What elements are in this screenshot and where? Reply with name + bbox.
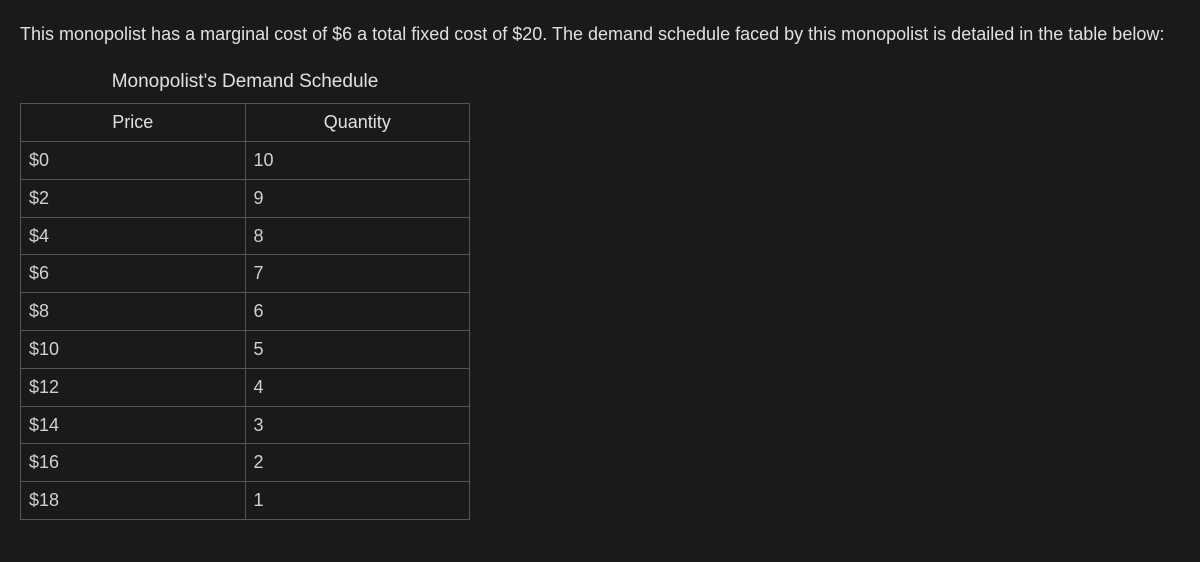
table-row: $4 8 xyxy=(21,217,470,255)
cell-price: $6 xyxy=(21,255,246,293)
cell-quantity: 3 xyxy=(245,406,470,444)
cell-price: $2 xyxy=(21,179,246,217)
cell-price: $8 xyxy=(21,293,246,331)
table-row: $0 10 xyxy=(21,141,470,179)
cell-price: $4 xyxy=(21,217,246,255)
table-row: $12 4 xyxy=(21,368,470,406)
table-row: $8 6 xyxy=(21,293,470,331)
cell-price: $16 xyxy=(21,444,246,482)
table-row: $6 7 xyxy=(21,255,470,293)
table-row: $18 1 xyxy=(21,482,470,520)
cell-quantity: 2 xyxy=(245,444,470,482)
header-quantity: Quantity xyxy=(245,104,470,142)
header-price: Price xyxy=(21,104,246,142)
cell-price: $18 xyxy=(21,482,246,520)
cell-price: $10 xyxy=(21,330,246,368)
intro-text: This monopolist has a marginal cost of $… xyxy=(20,20,1180,49)
cell-quantity: 6 xyxy=(245,293,470,331)
cell-price: $14 xyxy=(21,406,246,444)
demand-schedule-table: Monopolist's Demand Schedule Price Quant… xyxy=(20,67,470,520)
cell-price: $12 xyxy=(21,368,246,406)
cell-quantity: 4 xyxy=(245,368,470,406)
table-row: $14 3 xyxy=(21,406,470,444)
cell-quantity: 10 xyxy=(245,141,470,179)
table-row: $2 9 xyxy=(21,179,470,217)
cell-quantity: 5 xyxy=(245,330,470,368)
cell-quantity: 1 xyxy=(245,482,470,520)
table-header-row: Price Quantity xyxy=(21,104,470,142)
table-caption: Monopolist's Demand Schedule xyxy=(20,67,470,103)
table-row: $10 5 xyxy=(21,330,470,368)
cell-price: $0 xyxy=(21,141,246,179)
table-container: Monopolist's Demand Schedule Price Quant… xyxy=(20,67,1180,520)
cell-quantity: 7 xyxy=(245,255,470,293)
table-row: $16 2 xyxy=(21,444,470,482)
cell-quantity: 8 xyxy=(245,217,470,255)
cell-quantity: 9 xyxy=(245,179,470,217)
